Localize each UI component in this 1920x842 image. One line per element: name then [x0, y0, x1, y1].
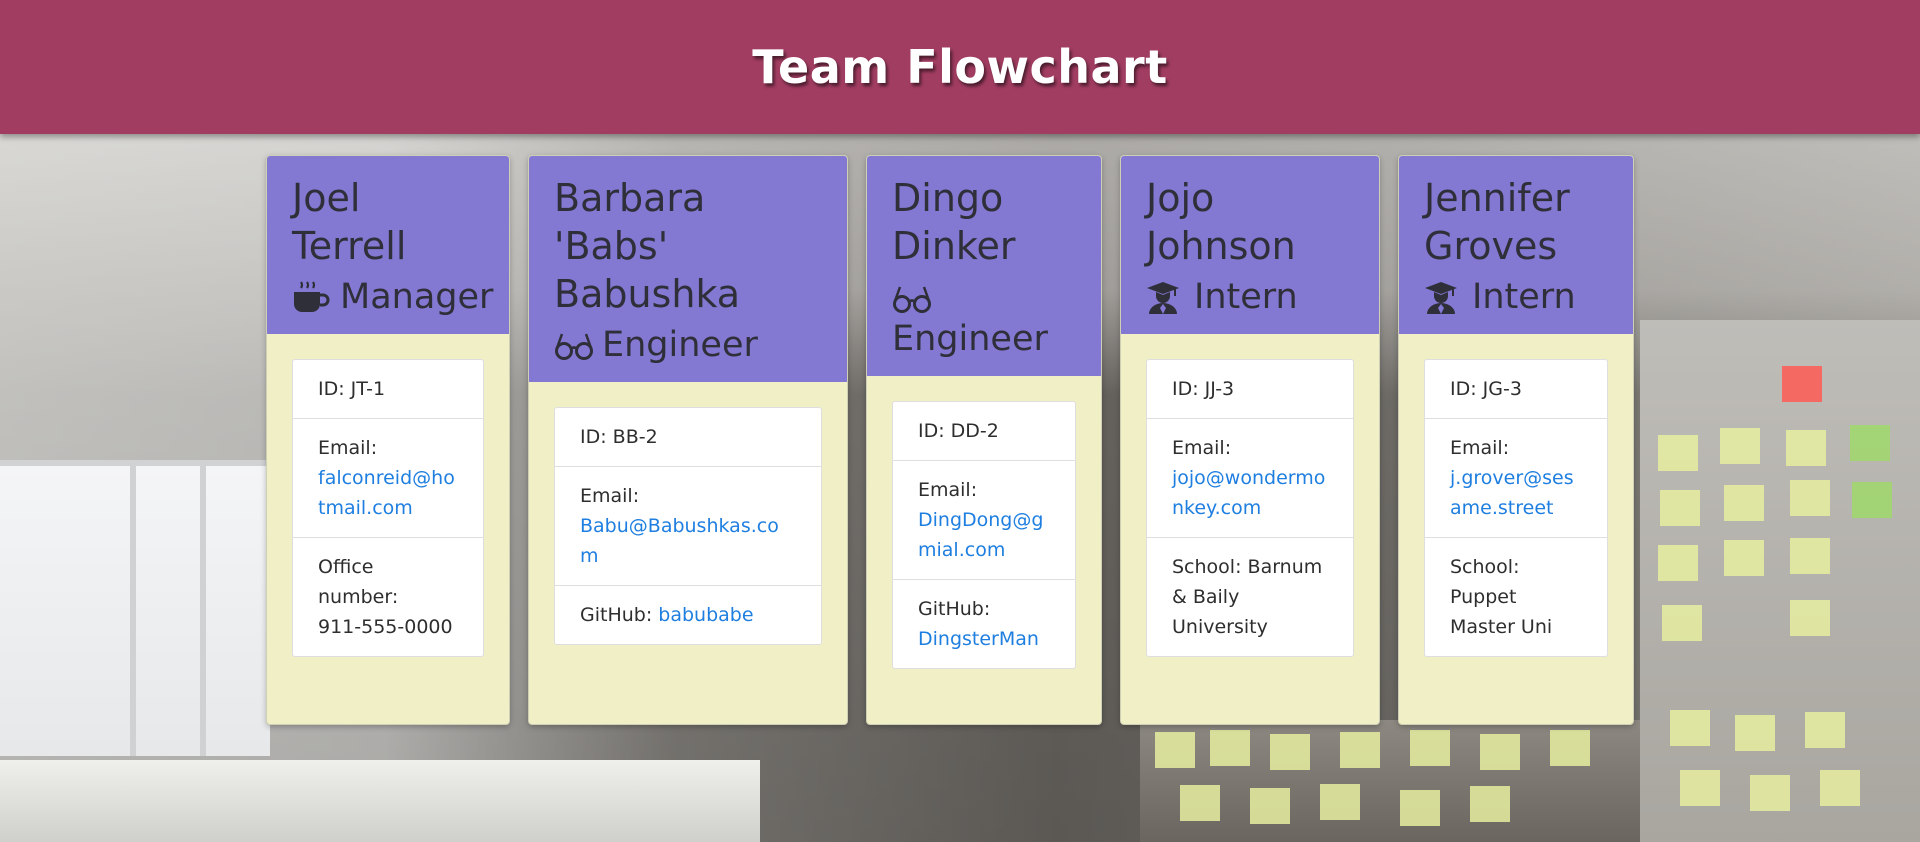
role-label: Manager [340, 277, 494, 317]
role-label: Engineer [892, 319, 1048, 359]
employee-role: Intern [1424, 276, 1608, 318]
employee-email-row: Email: falconreid@hotmail.com [293, 418, 483, 537]
email-label: Email: [1172, 437, 1232, 459]
employee-card-intern: Jojo Johnson Intern ID: JJ-3 Email: jojo… [1120, 155, 1380, 725]
employee-name: Jennifer Groves [1424, 176, 1570, 268]
role-label: Intern [1194, 277, 1298, 317]
role-label: Intern [1472, 277, 1576, 317]
glasses-icon [892, 281, 931, 315]
employee-card-engineer: Barbara 'Babs' Babushka Engineer ID: BB-… [528, 155, 848, 725]
school-label: School: [1172, 556, 1242, 578]
role-label: Engineer [602, 325, 758, 365]
school-row: School: Puppet Master Uni [1425, 537, 1607, 656]
employee-role: Engineer [554, 324, 822, 366]
github-row: GitHub: babubabe [555, 585, 821, 644]
employee-email-row: Email: j.grover@sesame.street [1425, 418, 1607, 537]
email-link[interactable]: falconreid@hotmail.com [318, 467, 455, 519]
employee-id: ID: JJ-3 [1172, 378, 1235, 400]
card-header: Joel Terrell Manager [267, 156, 509, 334]
email-link[interactable]: j.grover@sesame.street [1450, 467, 1574, 519]
email-link[interactable]: Babu@Babushkas.com [580, 515, 779, 567]
office-number-label: Office number: [318, 556, 399, 608]
employee-role: Intern [1146, 276, 1354, 318]
employee-id: ID: JG-3 [1450, 378, 1522, 400]
background-sticky-table [1140, 720, 1640, 842]
school-value: Puppet Master Uni [1450, 586, 1553, 638]
info-list: ID: JG-3 Email: j.grover@sesame.street S… [1424, 359, 1608, 657]
office-number-value: 911-555-0000 [318, 616, 453, 638]
email-label: Email: [580, 485, 640, 507]
employee-email-row: Email: DingDong@gmial.com [893, 460, 1075, 579]
office-number-row: Office number: 911-555-0000 [293, 537, 483, 656]
page-header: Team Flowchart [0, 0, 1920, 134]
employee-card-engineer: Dingo Dinker Engineer ID: DD-2 Email: Di… [866, 155, 1102, 725]
school-label: School: [1450, 556, 1520, 578]
github-link[interactable]: babubabe [658, 604, 753, 626]
employee-name: Joel Terrell [292, 176, 407, 268]
email-link[interactable]: jojo@wondermonkey.com [1172, 467, 1325, 519]
card-header: Jojo Johnson Intern [1121, 156, 1379, 334]
email-label: Email: [318, 437, 378, 459]
info-list: ID: BB-2 Email: Babu@Babushkas.com GitHu… [554, 407, 822, 645]
employee-role: Engineer [892, 276, 1076, 360]
background-window [0, 460, 270, 756]
card-header: Barbara 'Babs' Babushka Engineer [529, 156, 847, 382]
employee-email-row: Email: jojo@wondermonkey.com [1147, 418, 1353, 537]
school-row: School: Barnum & Baily University [1147, 537, 1353, 656]
email-link[interactable]: DingDong@gmial.com [918, 509, 1043, 561]
background-sticky-board [1640, 320, 1920, 842]
employee-role: Manager [292, 276, 493, 318]
employee-name: Dingo Dinker [892, 176, 1016, 268]
employee-id: ID: JT-1 [318, 378, 386, 400]
employee-name: Jojo Johnson [1146, 176, 1296, 268]
github-label: GitHub: [918, 598, 991, 620]
background-desk [0, 760, 760, 842]
employee-id: ID: DD-2 [918, 420, 999, 442]
info-list: ID: JT-1 Email: falconreid@hotmail.com O… [292, 359, 484, 657]
employee-id: ID: BB-2 [580, 426, 658, 448]
card-body: ID: JT-1 Email: falconreid@hotmail.com O… [267, 334, 509, 677]
coffee-icon [292, 280, 330, 314]
employee-email-row: Email: Babu@Babushkas.com [555, 466, 821, 585]
info-list: ID: JJ-3 Email: jojo@wondermonkey.com Sc… [1146, 359, 1354, 657]
graduate-icon [1146, 280, 1184, 314]
card-header: Dingo Dinker Engineer [867, 156, 1101, 376]
card-body: ID: DD-2 Email: DingDong@gmial.com GitHu… [867, 376, 1101, 689]
email-label: Email: [918, 479, 978, 501]
github-label: GitHub: [580, 604, 653, 626]
email-label: Email: [1450, 437, 1510, 459]
card-header: Jennifer Groves Intern [1399, 156, 1633, 334]
glasses-icon [554, 328, 593, 362]
github-link[interactable]: DingsterMan [918, 628, 1039, 650]
card-body: ID: BB-2 Email: Babu@Babushkas.com GitHu… [529, 382, 847, 665]
card-body: ID: JJ-3 Email: jojo@wondermonkey.com Sc… [1121, 334, 1379, 677]
info-list: ID: DD-2 Email: DingDong@gmial.com GitHu… [892, 401, 1076, 669]
github-row: GitHub: DingsterMan [893, 579, 1075, 668]
page-title: Team Flowchart [752, 40, 1168, 94]
graduate-icon [1424, 280, 1462, 314]
employee-card-manager: Joel Terrell Manager ID: JT-1 Email: fal… [266, 155, 510, 725]
employee-card-intern: Jennifer Groves Intern ID: JG-3 Email: j… [1398, 155, 1634, 725]
employee-name: Barbara 'Babs' Babushka [554, 176, 741, 316]
card-body: ID: JG-3 Email: j.grover@sesame.street S… [1399, 334, 1633, 677]
